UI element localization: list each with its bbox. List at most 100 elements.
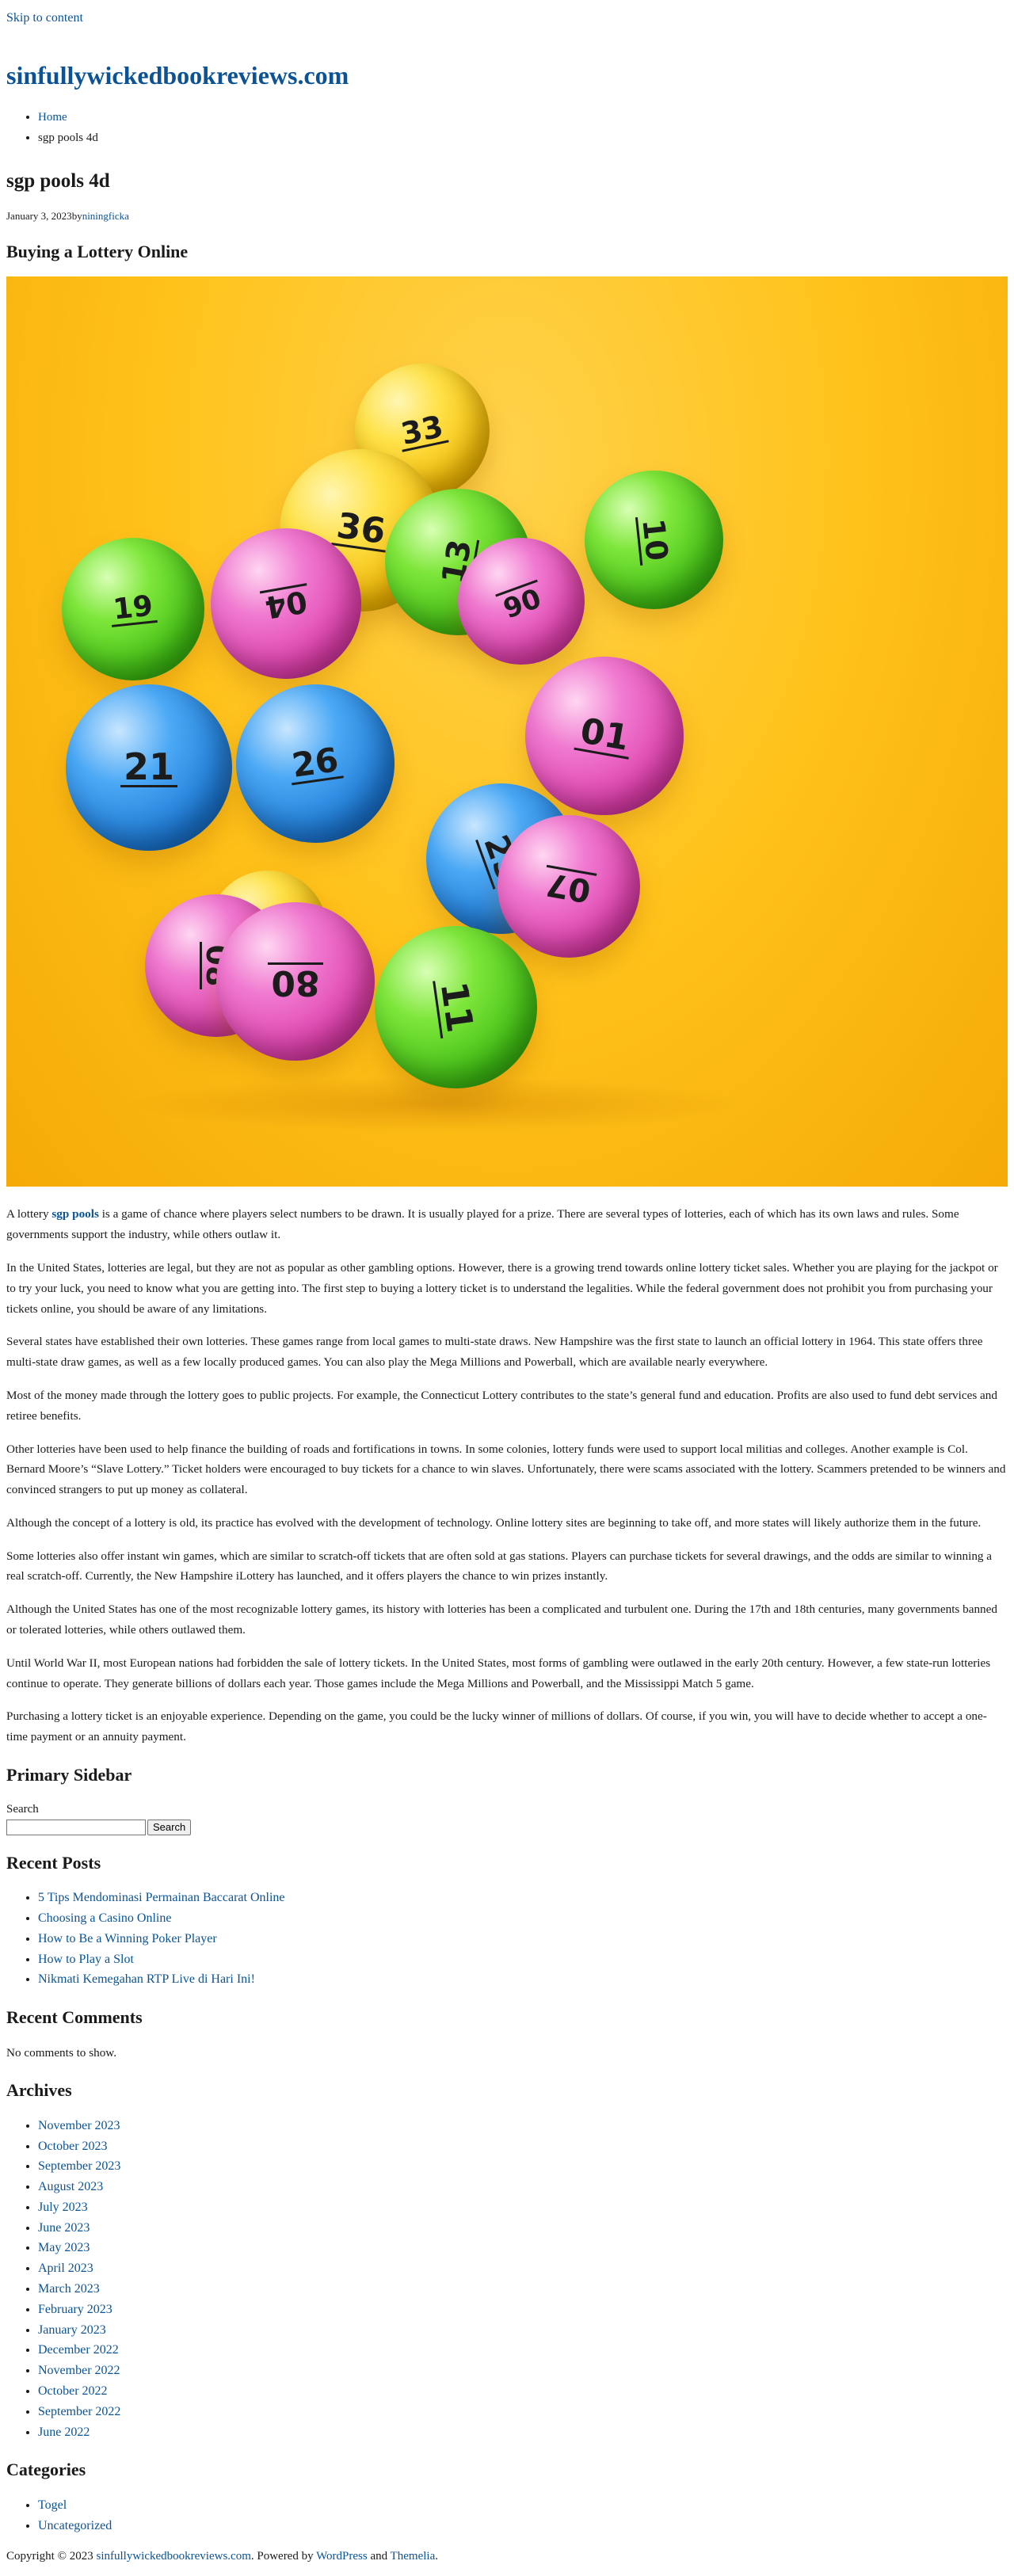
list-item: August 2023 [38,2177,1008,2197]
lottery-ball-80: 80 [216,902,375,1061]
recent-posts-list: 5 Tips Mendominasi Permainan Baccarat On… [6,1888,1008,1990]
list-item: September 2023 [38,2156,1008,2177]
recent-post-link[interactable]: How to Play a Slot [38,1953,134,1966]
list-item: February 2023 [38,2300,1008,2320]
ball-number: 33 [395,409,450,452]
list-item: 5 Tips Mendominasi Permainan Baccarat On… [38,1888,1008,1908]
list-item: October 2022 [38,2381,1008,2402]
list-item: November 2023 [38,2116,1008,2136]
archive-link[interactable]: March 2023 [38,2282,100,2296]
archive-link[interactable]: April 2023 [38,2262,93,2275]
search-input[interactable] [6,1819,146,1835]
post-paragraph-2: In the United States, lotteries are lega… [6,1260,998,1316]
lottery-ball-19: 19 [62,538,204,681]
search-button[interactable]: Search [147,1819,192,1835]
site-title-link[interactable]: sinfullywickedbookreviews.com [6,61,349,90]
recent-post-link[interactable]: Nikmati Kemegahan RTP Live di Hari Ini! [38,1972,255,1986]
archive-link[interactable]: June 2023 [38,2221,90,2235]
ball-number: 04 [259,583,313,626]
list-item: July 2023 [38,2197,1008,2218]
list-item: Uncategorized [38,2516,1008,2536]
ball-number: 80 [268,962,323,1004]
list-item: September 2022 [38,2402,1008,2422]
ball-number: 26 [286,740,345,786]
list-item: Choosing a Casino Online [38,1908,1008,1929]
post-paragraph-9: Until World War II, most European nation… [6,1656,991,1690]
archive-link[interactable]: November 2023 [38,2119,120,2132]
lottery-balls-image: 33361904130610212601250738088011 [6,276,1008,1187]
category-link[interactable]: Uncategorized [38,2519,112,2532]
list-item: October 2023 [38,2136,1008,2157]
post-paragraph-10: Purchasing a lottery ticket is an enjoya… [6,1709,987,1744]
list-item: June 2022 [38,2422,1008,2443]
archive-link[interactable]: August 2023 [38,2180,103,2193]
list-item: June 2023 [38,2218,1008,2239]
list-item: April 2023 [38,2258,1008,2279]
list-item: May 2023 [38,2238,1008,2258]
recent-comments-title: Recent Comments [6,2007,143,2028]
ball-number: 10 [635,514,675,566]
archive-link[interactable]: October 2023 [38,2140,108,2153]
recent-post-link[interactable]: Choosing a Casino Online [38,1911,171,1925]
post-paragraph-6: Although the concept of a lottery is old… [6,1515,982,1530]
archives-title: Archives [6,2080,72,2101]
sidebar-title: Primary Sidebar [6,1765,132,1785]
archive-link[interactable]: September 2023 [38,2159,120,2173]
archive-link[interactable]: May 2023 [38,2241,90,2254]
archive-link[interactable]: September 2022 [38,2405,120,2418]
archive-link[interactable]: January 2023 [38,2323,106,2337]
footer-site-link[interactable]: sinfullywickedbookreviews.com [96,2550,250,2563]
ball-number: 01 [574,711,635,760]
lottery-ball-21: 21 [66,684,232,852]
ball-number: 21 [120,749,177,787]
post-paragraph-7: Some lotteries also offer instant win ga… [6,1549,993,1583]
breadcrumb-item-home: Home [38,108,1008,128]
recent-post-link[interactable]: How to Be a Winning Poker Player [38,1932,217,1945]
post-date: January 3, 2023 [6,209,72,222]
page-title: sgp pools 4d [6,170,110,192]
breadcrumb-home-link[interactable]: Home [38,111,67,124]
footer-wordpress-link[interactable]: WordPress [316,2550,368,2563]
ball-number: 06 [495,580,547,624]
search-form: Search [6,1819,1008,1835]
post-paragraph-3: Several states have established their ow… [6,1335,983,1370]
lottery-ball-26: 26 [236,684,395,844]
lottery-ball-06: 06 [458,538,585,665]
footer-themelia-link[interactable]: Themelia [391,2550,436,2563]
categories-list: Togel Uncategorized [6,2495,1008,2536]
recent-post-link[interactable]: 5 Tips Mendominasi Permainan Baccarat On… [38,1891,285,1904]
post-paragraph-8: Although the United States has one of th… [6,1602,997,1637]
footer: Copyright © 2023 sinfullywickedbookrevie… [6,2550,438,2563]
post-meta: January 3, 2023byniningficka [6,208,1008,224]
breadcrumb-item-current: sgp pools 4d [38,128,1008,149]
archive-link[interactable]: December 2022 [38,2343,119,2357]
archive-link[interactable]: July 2023 [38,2201,88,2214]
category-link[interactable]: Togel [38,2498,67,2512]
list-item: Togel [38,2495,1008,2516]
archive-link[interactable]: June 2022 [38,2425,90,2439]
search-label: Search [6,1803,39,1816]
ball-number: 19 [109,589,158,627]
ball-number: 07 [540,865,597,909]
footer-and-text: and [367,2550,391,2563]
list-item: How to Play a Slot [38,1949,1008,1970]
categories-title: Categories [6,2460,86,2480]
post-author-link[interactable]: niningficka [82,210,129,222]
sgp-pools-link[interactable]: sgp pools [51,1207,99,1221]
archives-list: November 2023 October 2023 September 2023 A… [6,2116,1008,2443]
lottery-ball-04: 04 [211,528,361,680]
breadcrumb: Home sgp pools 4d [6,108,1008,149]
archive-link[interactable]: November 2022 [38,2364,120,2377]
skip-to-content-link[interactable]: Skip to content [6,0,1008,29]
page: Skip to content sinfullywickedbookreview… [0,0,1014,2566]
post-paragraph-4: Most of the money made through the lotte… [6,1388,997,1423]
post-paragraph-5: Other lotteries have been used to help f… [6,1442,1006,1497]
lottery-ball-10: 10 [585,471,723,610]
post-subtitle: Buying a Lottery Online [6,241,189,261]
archive-link[interactable]: February 2023 [38,2303,112,2316]
list-item: January 2023 [38,2320,1008,2341]
list-item: Nikmati Kemegahan RTP Live di Hari Ini! [38,1969,1008,1990]
archive-link[interactable]: October 2022 [38,2384,108,2398]
list-item: How to Be a Winning Poker Player [38,1929,1008,1949]
lottery-ball-11: 11 [375,926,537,1089]
